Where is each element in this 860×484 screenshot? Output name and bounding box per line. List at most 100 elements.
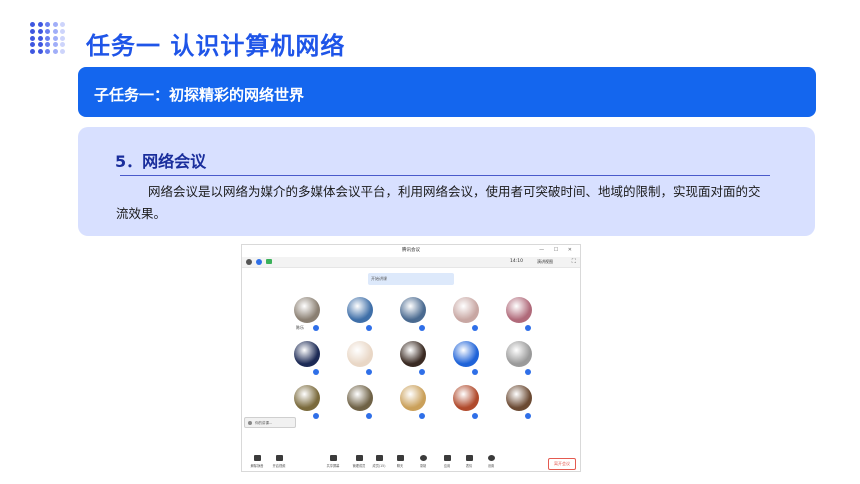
mic-status-icon bbox=[525, 413, 531, 419]
mute-label: 解除静音 bbox=[250, 464, 264, 468]
mic-status-icon bbox=[366, 369, 372, 375]
reactions-label: 表情 bbox=[465, 464, 473, 468]
participant-tile[interactable] bbox=[347, 341, 375, 377]
mic-status-icon bbox=[419, 325, 425, 331]
gear-icon bbox=[487, 455, 495, 461]
decorative-dot bbox=[30, 22, 35, 27]
meeting-bottom-toolbar: 解除静音 开启视频 共享屏幕 管理成员 成员(15) 聊天 录制 应用 表情 设… bbox=[242, 453, 580, 471]
participant-avatar bbox=[400, 385, 426, 411]
paragraph-text: 网络会议是以网络为媒介的多媒体会议平台，利用网络会议，使用者可突破时间、地域的限… bbox=[116, 184, 761, 221]
decorative-dot bbox=[37, 49, 43, 55]
participant-avatar bbox=[453, 341, 479, 367]
meeting-screenshot: 腾讯会议 — ☐ ✕ 14:10 演讲视图 ⛶ 开始讲课 陈乐 你的讲课... … bbox=[241, 244, 581, 472]
decorative-dot bbox=[60, 28, 65, 34]
person-icon bbox=[355, 455, 363, 461]
participant-avatar bbox=[506, 341, 532, 367]
participant-tile[interactable] bbox=[506, 341, 534, 377]
chat-label: 聊天 bbox=[396, 464, 404, 468]
page-title: 任务一 认识计算机网络 bbox=[86, 32, 346, 60]
decorative-dot bbox=[60, 42, 65, 48]
participant-tile[interactable] bbox=[294, 385, 322, 421]
signal-icon bbox=[266, 259, 272, 264]
decorative-dot bbox=[52, 42, 58, 48]
participant-tile[interactable] bbox=[506, 297, 534, 333]
decorative-dot bbox=[30, 42, 35, 48]
decorative-dot bbox=[60, 35, 65, 41]
participant-tile[interactable] bbox=[453, 297, 481, 333]
participant-avatar bbox=[506, 385, 532, 411]
mic-status-icon bbox=[313, 413, 319, 419]
settings-label: 设置 bbox=[487, 464, 495, 468]
body-paragraph: 网络会议是以网络为媒介的多媒体会议平台，利用网络会议，使用者可突破时间、地域的限… bbox=[116, 181, 768, 225]
decorative-dot bbox=[45, 49, 50, 55]
microphone-icon bbox=[253, 455, 261, 461]
participant-tile[interactable] bbox=[506, 385, 534, 421]
subtask-banner: 子任务一：初探精彩的网络世界 bbox=[78, 67, 816, 117]
participant-tile[interactable] bbox=[294, 341, 322, 377]
decorative-dot bbox=[37, 22, 43, 27]
host-name-label: 陈乐 bbox=[296, 325, 304, 330]
participant-tile[interactable]: 陈乐 bbox=[294, 297, 322, 333]
mic-status-icon bbox=[419, 369, 425, 375]
mic-status-icon bbox=[366, 325, 372, 331]
decorative-dot bbox=[37, 28, 43, 34]
participant-avatar bbox=[453, 297, 479, 323]
shield-icon[interactable] bbox=[256, 259, 262, 265]
participant-avatar bbox=[294, 385, 320, 411]
participant-tile[interactable] bbox=[453, 385, 481, 421]
mic-status-icon bbox=[472, 369, 478, 375]
mic-status-icon bbox=[472, 325, 478, 331]
mini-popup[interactable]: 你的讲课... bbox=[244, 417, 296, 428]
info-icon[interactable] bbox=[246, 259, 252, 265]
people-icon bbox=[375, 455, 383, 461]
decorative-dot bbox=[30, 49, 35, 55]
participant-tile[interactable] bbox=[400, 341, 428, 377]
content-card: 5．网络会议 网络会议是以网络为媒介的多媒体会议平台，利用网络会议，使用者可突破… bbox=[78, 127, 815, 236]
decorative-dot bbox=[37, 42, 43, 48]
participant-avatar bbox=[294, 341, 320, 367]
camera-icon bbox=[275, 455, 283, 461]
video-button[interactable]: 开启视频 bbox=[270, 455, 288, 468]
chat-button[interactable]: 聊天 bbox=[391, 455, 409, 468]
manage-label: 管理成员 bbox=[352, 464, 366, 468]
record-button[interactable]: 录制 bbox=[414, 455, 432, 468]
mic-status-icon bbox=[313, 325, 319, 331]
decorative-dot bbox=[60, 22, 65, 27]
participant-avatar bbox=[506, 297, 532, 323]
participant-tile[interactable] bbox=[347, 385, 375, 421]
user-icon bbox=[248, 421, 252, 425]
section-heading: 5．网络会议 bbox=[115, 152, 207, 171]
meeting-window-title: 腾讯会议 bbox=[402, 248, 420, 253]
settings-button[interactable]: 设置 bbox=[482, 455, 500, 468]
decorative-dot bbox=[45, 35, 50, 41]
mute-button[interactable]: 解除静音 bbox=[248, 455, 266, 468]
decorative-dot-grid bbox=[30, 22, 70, 56]
participant-avatar bbox=[400, 341, 426, 367]
members-button[interactable]: 成员(15) bbox=[370, 455, 388, 468]
share-label: 共享屏幕 bbox=[326, 464, 340, 468]
participant-tile[interactable] bbox=[347, 297, 375, 333]
participant-tile[interactable] bbox=[453, 341, 481, 377]
decorative-dot bbox=[30, 28, 35, 34]
share-screen-button[interactable]: 共享屏幕 bbox=[324, 455, 342, 468]
participant-avatar bbox=[347, 385, 373, 411]
leave-meeting-button[interactable]: 离开会议 bbox=[548, 458, 576, 470]
view-switch[interactable]: 演讲视图 bbox=[537, 259, 553, 265]
members-label: 成员(15) bbox=[372, 464, 386, 468]
mic-status-icon bbox=[313, 369, 319, 375]
window-controls[interactable]: — ☐ ✕ bbox=[539, 247, 576, 253]
apps-button[interactable]: 应用 bbox=[438, 455, 456, 468]
participant-tile[interactable] bbox=[400, 297, 428, 333]
apps-label: 应用 bbox=[443, 464, 451, 468]
participant-avatar bbox=[347, 341, 373, 367]
fullscreen-icon[interactable]: ⛶ bbox=[572, 258, 576, 266]
meeting-banner: 开始讲课 bbox=[368, 273, 454, 285]
participant-tile[interactable] bbox=[400, 385, 428, 421]
meeting-time: 14:10 bbox=[510, 259, 523, 264]
reactions-button[interactable]: 表情 bbox=[460, 455, 478, 468]
chat-icon bbox=[396, 455, 404, 461]
subtask-title: 子任务一：初探精彩的网络世界 bbox=[94, 86, 305, 104]
decorative-dot bbox=[45, 28, 50, 34]
manage-members-button[interactable]: 管理成员 bbox=[350, 455, 368, 468]
decorative-dot bbox=[37, 35, 43, 41]
